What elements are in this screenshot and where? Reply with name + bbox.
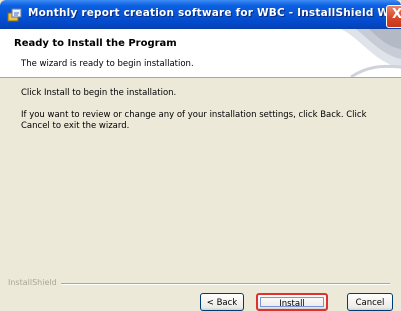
instruction-text: Click Install to begin the installation. — [21, 88, 177, 98]
close-icon: X — [392, 7, 401, 22]
brand-label: InstallShield — [8, 278, 61, 287]
install-focus-ring — [260, 297, 324, 307]
close-button[interactable]: X — [386, 5, 401, 28]
back-button[interactable]: < Back — [200, 293, 244, 311]
page-title: Ready to Install the Program — [14, 38, 177, 49]
installer-window: Monthly report creation software for WBC… — [0, 0, 401, 311]
header-graphic-icon — [341, 29, 401, 77]
footer-brand: InstallShield — [8, 278, 392, 288]
title-bar[interactable]: Monthly report creation software for WBC… — [0, 0, 401, 29]
footer-divider — [60, 283, 390, 285]
wizard-header: Ready to Install the Program The wizard … — [0, 29, 401, 78]
window-title: Monthly report creation software for WBC… — [28, 7, 401, 19]
cancel-button[interactable]: Cancel — [347, 293, 393, 311]
page-subtitle: The wizard is ready to begin installatio… — [21, 59, 194, 69]
installer-icon — [7, 8, 22, 22]
install-button[interactable]: Install — [256, 293, 328, 311]
review-instruction-text: If you want to review or change any of y… — [21, 110, 367, 131]
